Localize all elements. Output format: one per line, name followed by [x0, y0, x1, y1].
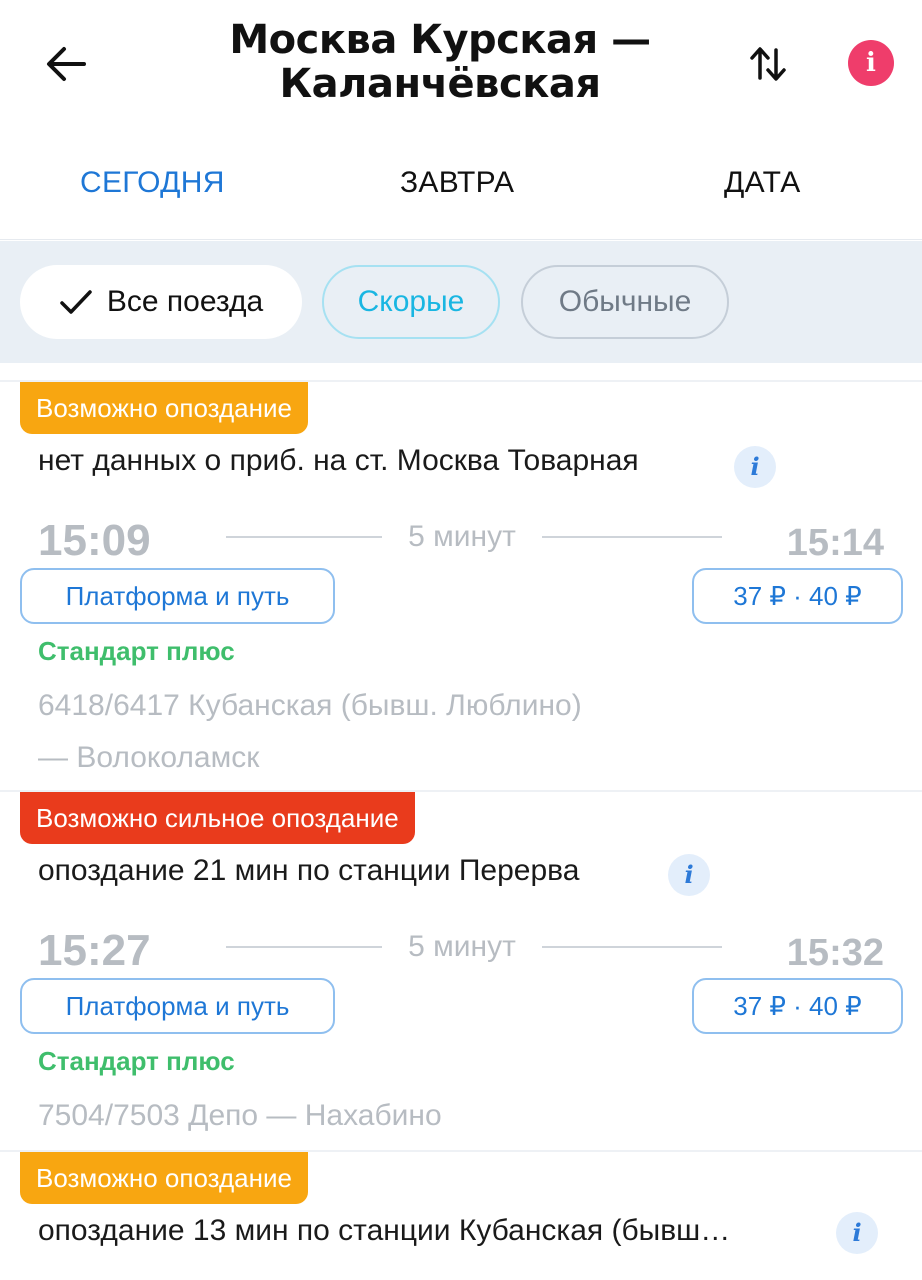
- duration-line: [226, 536, 382, 538]
- tab-today[interactable]: СЕГОДНЯ: [80, 166, 225, 200]
- filter-regular-trains[interactable]: Обычные: [521, 265, 729, 339]
- delay-status-text: нет данных о приб. на ст. Москва Товарна…: [38, 444, 639, 477]
- back-button[interactable]: [36, 36, 96, 92]
- delay-badge: Возможно опоздание: [20, 382, 308, 434]
- train-route: 7504/7503 Депо — Нахабино: [38, 1090, 898, 1142]
- price-button[interactable]: 37 ₽ · 40 ₽: [692, 568, 903, 624]
- filter-all-trains[interactable]: Все поезда: [20, 265, 302, 339]
- train-type-filters: Все поезда Скорые Обычные: [0, 241, 922, 363]
- delay-status-text: опоздание 13 мин по станции Кубанская (б…: [38, 1214, 731, 1247]
- date-tabs: СЕГОДНЯ ЗАВТРА ДАТА: [0, 128, 922, 240]
- page-title: Москва Курская — Каланчёвская: [200, 18, 680, 106]
- duration-line: [542, 536, 722, 538]
- arrival-time: 15:32: [786, 932, 884, 974]
- check-icon: [59, 288, 93, 316]
- info-icon: i: [866, 48, 876, 78]
- train-card[interactable]: Возможно опоздание нет данных о приб. на…: [0, 380, 922, 790]
- departure-time: 15:09: [38, 516, 151, 565]
- platform-button[interactable]: Платформа и путь: [20, 568, 335, 624]
- train-card[interactable]: Возможно сильное опоздание опоздание 21 …: [0, 790, 922, 1150]
- delay-info-button[interactable]: i: [836, 1212, 878, 1254]
- title-line-2: Каланчёвская: [279, 61, 601, 107]
- info-icon: i: [852, 1218, 862, 1247]
- platform-button[interactable]: Платформа и путь: [20, 978, 335, 1034]
- delay-badge: Возможно сильное опоздание: [20, 792, 415, 844]
- filter-fast-trains[interactable]: Скорые: [322, 265, 500, 339]
- swap-arrows-icon: [750, 47, 786, 81]
- train-route: 6418/6417 Кубанская (бывш. Люблино) — Во…: [38, 680, 898, 784]
- route-line-2: — Волоколамск: [38, 741, 260, 774]
- arrow-left-icon: [47, 47, 86, 81]
- filter-all-label: Все поезда: [106, 285, 264, 318]
- delay-info-button[interactable]: i: [734, 446, 776, 488]
- info-icon: i: [684, 860, 694, 889]
- info-button[interactable]: i: [848, 40, 894, 86]
- info-icon: i: [750, 452, 760, 481]
- delay-badge: Возможно опоздание: [20, 1152, 308, 1204]
- swap-direction-button[interactable]: [736, 38, 800, 90]
- duration-line: [226, 946, 382, 948]
- delay-info-button[interactable]: i: [668, 854, 710, 896]
- delay-status-text: опоздание 21 мин по станции Перерва: [38, 854, 580, 887]
- app-header: Москва Курская — Каланчёвская i: [0, 0, 922, 128]
- duration-line: [542, 946, 722, 948]
- price-button[interactable]: 37 ₽ · 40 ₽: [692, 978, 903, 1034]
- arrival-time: 15:14: [786, 522, 884, 564]
- tab-date[interactable]: ДАТА: [724, 166, 801, 200]
- trip-duration: 5 минут: [408, 520, 516, 553]
- route-line-1: 6418/6417 Кубанская (бывш. Люблино): [38, 689, 582, 722]
- tab-tomorrow[interactable]: ЗАВТРА: [400, 166, 514, 200]
- trip-duration: 5 минут: [408, 930, 516, 963]
- title-line-1: Москва Курская —: [229, 17, 651, 63]
- departure-time: 15:27: [38, 926, 151, 975]
- train-category: Стандарт плюс: [38, 636, 235, 666]
- train-card[interactable]: Возможно опоздание опоздание 13 мин по с…: [0, 1150, 922, 1280]
- train-category: Стандарт плюс: [38, 1046, 235, 1076]
- route-line-1: 7504/7503 Депо — Нахабино: [38, 1099, 442, 1132]
